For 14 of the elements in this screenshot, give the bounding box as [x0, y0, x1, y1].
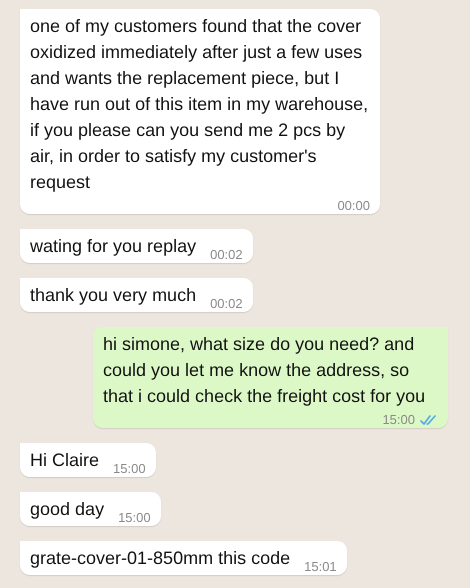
message-text: one of my customers found that the cover oxidized immediately after just a few uses and wants the replacement piece, but I have run out of this item in my warehouse, if you please can you send me 2 pcs by air, in order to satisfy my customer's request	[30, 15, 370, 194]
message-time: 15:00	[382, 412, 415, 427]
message-time: 15:00	[113, 461, 146, 476]
message-text: thank you very much	[30, 284, 196, 307]
message-text: good day	[30, 498, 104, 521]
message-text: hi simone, what size do you need? and could you let me know the address, so that i could check the freight cost for you	[103, 333, 426, 408]
message-time: 00:02	[210, 247, 243, 262]
message-time: 00:00	[337, 198, 370, 213]
message-time: 15:01	[304, 559, 337, 574]
message-text: grate-cover-01-850mm this code	[30, 547, 290, 570]
message-time: 00:02	[210, 296, 243, 311]
message-text: wating for you replay	[30, 235, 196, 258]
message-text: Hi Claire	[30, 449, 100, 472]
message-time: 15:00	[118, 510, 151, 525]
